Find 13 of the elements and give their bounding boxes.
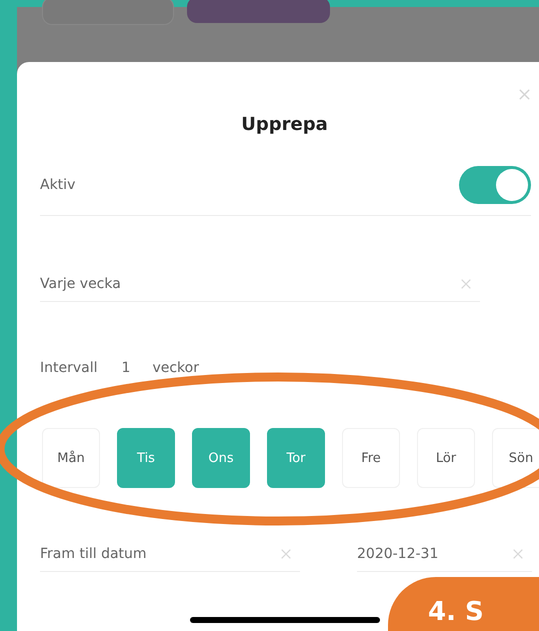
weekday-button[interactable]: Fre xyxy=(342,428,400,488)
end-date-field[interactable]: 2020-12-31 xyxy=(357,536,532,572)
interval-unit: veckor xyxy=(152,360,199,376)
active-label: Aktiv xyxy=(40,177,76,193)
weekday-button[interactable]: Lör xyxy=(417,428,475,488)
sheet-title: Upprepa xyxy=(240,113,329,137)
weekday-button[interactable]: Sön xyxy=(492,428,539,488)
end-date-label-field[interactable]: Fram till datum xyxy=(40,536,300,572)
interval-label: Intervall xyxy=(40,360,98,376)
frequency-field[interactable]: Varje vecka xyxy=(40,266,480,302)
interval-value[interactable]: 1 xyxy=(122,360,130,376)
weekday-button[interactable]: Mån xyxy=(42,428,100,488)
step-label: 4. S xyxy=(428,597,484,627)
